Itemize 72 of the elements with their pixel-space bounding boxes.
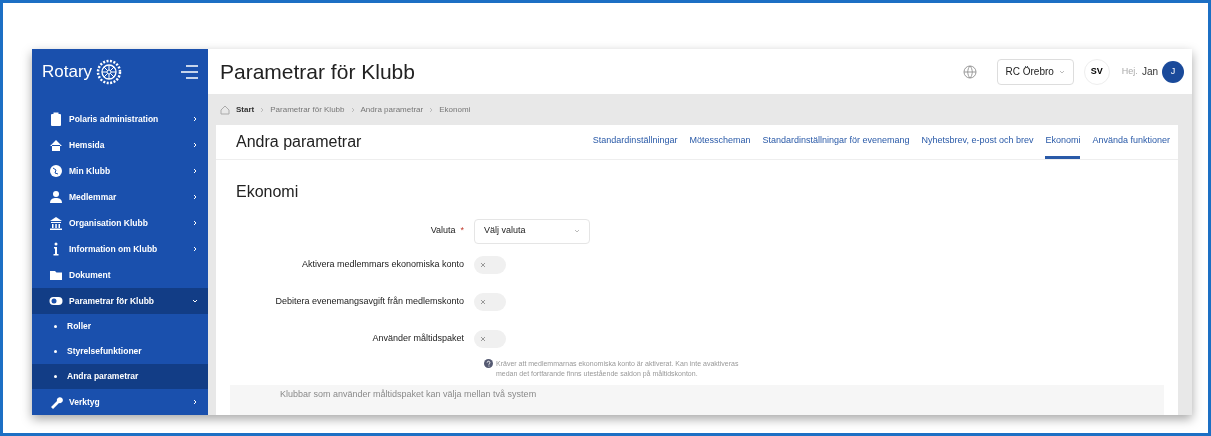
toggle-switch[interactable] <box>474 292 506 311</box>
nav-item[interactable]: Hemsida <box>32 132 208 158</box>
globe-icon <box>49 164 63 178</box>
required-marker: * <box>460 224 464 238</box>
chevron-right-icon <box>192 168 198 174</box>
caret-icon <box>1058 69 1065 74</box>
breadcrumb-link[interactable]: Start <box>236 103 255 116</box>
tab[interactable]: Använda funktioner <box>1092 125 1170 159</box>
globe-icon[interactable] <box>962 64 977 79</box>
bullet-icon <box>54 375 57 378</box>
card-title: Andra parametrar <box>236 132 363 152</box>
currency-select[interactable]: Välj valuta <box>474 218 590 244</box>
page-title: Parametrar för Klubb <box>220 58 416 85</box>
nav-item[interactable]: Medlemmar <box>32 184 208 210</box>
nav-item[interactable]: Polaris administration <box>32 106 208 132</box>
chevron-right-icon <box>192 220 198 226</box>
tab[interactable]: Standardinställningar för evenemang <box>762 125 910 159</box>
nav-item[interactable]: Dokument <box>32 262 208 288</box>
help-icon <box>484 359 493 368</box>
tab[interactable]: Nyhetsbrev, e-post och brev <box>921 125 1034 159</box>
cross-icon <box>480 298 486 305</box>
person-icon <box>49 190 63 204</box>
bullet-icon <box>54 350 57 353</box>
nav-subitem[interactable]: Styrelsefunktioner <box>32 339 208 364</box>
toggle-label: Aktivera medlemmars ekonomiska konto <box>301 257 464 271</box>
toggle-label: Debitera evenemangsavgift från medlemskonto <box>275 294 464 308</box>
breadcrumb-link[interactable]: Ekonomi <box>439 103 471 116</box>
nav-item[interactable]: Parametrar för Klubb <box>32 288 208 314</box>
chevron-right-icon <box>192 399 198 405</box>
tab[interactable]: Standardinställningar <box>592 125 678 159</box>
nav-subitem[interactable]: Roller <box>32 314 208 339</box>
logo-text: Rotary <box>42 60 93 83</box>
caret-icon <box>574 229 580 233</box>
chevron-right-icon <box>192 116 198 122</box>
toggle-switch[interactable] <box>474 255 506 274</box>
clipboard-icon <box>49 112 63 126</box>
bank-icon <box>49 216 63 230</box>
bullet-icon <box>54 325 57 328</box>
toggle-switch[interactable] <box>474 329 506 348</box>
breadcrumb-link[interactable]: Andra parametrar <box>360 103 424 116</box>
section-title: Ekonomi <box>235 182 300 202</box>
user-name: Jan <box>1141 65 1158 79</box>
club-dropdown[interactable]: RC Örebro <box>996 58 1074 85</box>
cross-icon <box>480 335 486 342</box>
info-note: Klubbar som använder måltidspaket kan välja mellan två system <box>230 385 1164 415</box>
toggle-icon <box>49 294 63 308</box>
breadcrumb-separator-icon <box>350 106 355 113</box>
cross-icon <box>480 261 486 268</box>
user-avatar[interactable]: J <box>1162 60 1184 83</box>
greeting-label: Hej. <box>1121 64 1138 78</box>
home-icon[interactable] <box>220 104 230 115</box>
menu-icon[interactable] <box>180 64 198 79</box>
house-icon <box>49 138 63 152</box>
nav-item[interactable]: Information om Klubb <box>32 236 208 262</box>
gear-wheel-icon <box>96 58 123 85</box>
tab[interactable]: Mötesscheman <box>689 125 751 159</box>
chevron-right-icon <box>192 246 198 252</box>
toggle-label: Använder måltidspaket <box>372 331 464 345</box>
wrench-icon <box>49 395 63 409</box>
chevron-right-icon <box>192 194 198 200</box>
nav-item[interactable]: Organisation Klubb <box>32 210 208 236</box>
breadcrumb-separator-icon <box>429 106 434 113</box>
folder-icon <box>49 268 63 282</box>
field-label: Valuta <box>430 224 456 238</box>
nav-item[interactable]: Min Klubb <box>32 158 208 184</box>
chevron-right-icon <box>192 142 198 148</box>
breadcrumb-link[interactable]: Parametrar för Klubb <box>270 103 345 116</box>
nav-item[interactable]: Verktyg <box>32 389 208 415</box>
breadcrumb-separator-icon <box>260 106 265 113</box>
chevron-down-icon <box>192 298 198 304</box>
nav-subitem[interactable]: Andra parametrar <box>32 364 208 389</box>
tab[interactable]: Ekonomi <box>1045 125 1081 159</box>
